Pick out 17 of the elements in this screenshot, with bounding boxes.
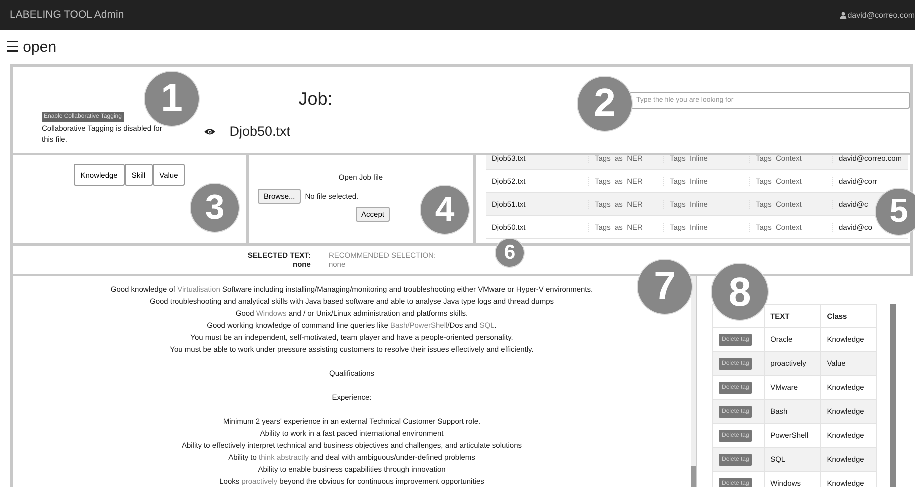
job-file-name: Djob50.txt <box>230 124 291 139</box>
number-marker: 1 <box>145 72 199 126</box>
number-marker: 2 <box>578 77 632 131</box>
open-menu-button[interactable]: ☰ open <box>2 38 61 56</box>
number-marker: 4 <box>421 186 469 234</box>
user-icon <box>840 12 847 18</box>
number-marker: 6 <box>496 239 524 267</box>
app-title: LABELING TOOL Admin <box>10 9 124 21</box>
number-marker: 5 <box>876 189 915 235</box>
number-marker: 7 <box>638 260 692 314</box>
number-marker: 3 <box>191 184 239 232</box>
user-email[interactable]: david@correo.com <box>848 10 915 20</box>
eye-icon[interactable] <box>204 128 216 136</box>
scrollbar[interactable] <box>691 276 696 487</box>
job-heading: Job: <box>298 89 334 110</box>
number-marker: 8 <box>712 264 768 320</box>
scrollbar[interactable] <box>890 304 896 487</box>
